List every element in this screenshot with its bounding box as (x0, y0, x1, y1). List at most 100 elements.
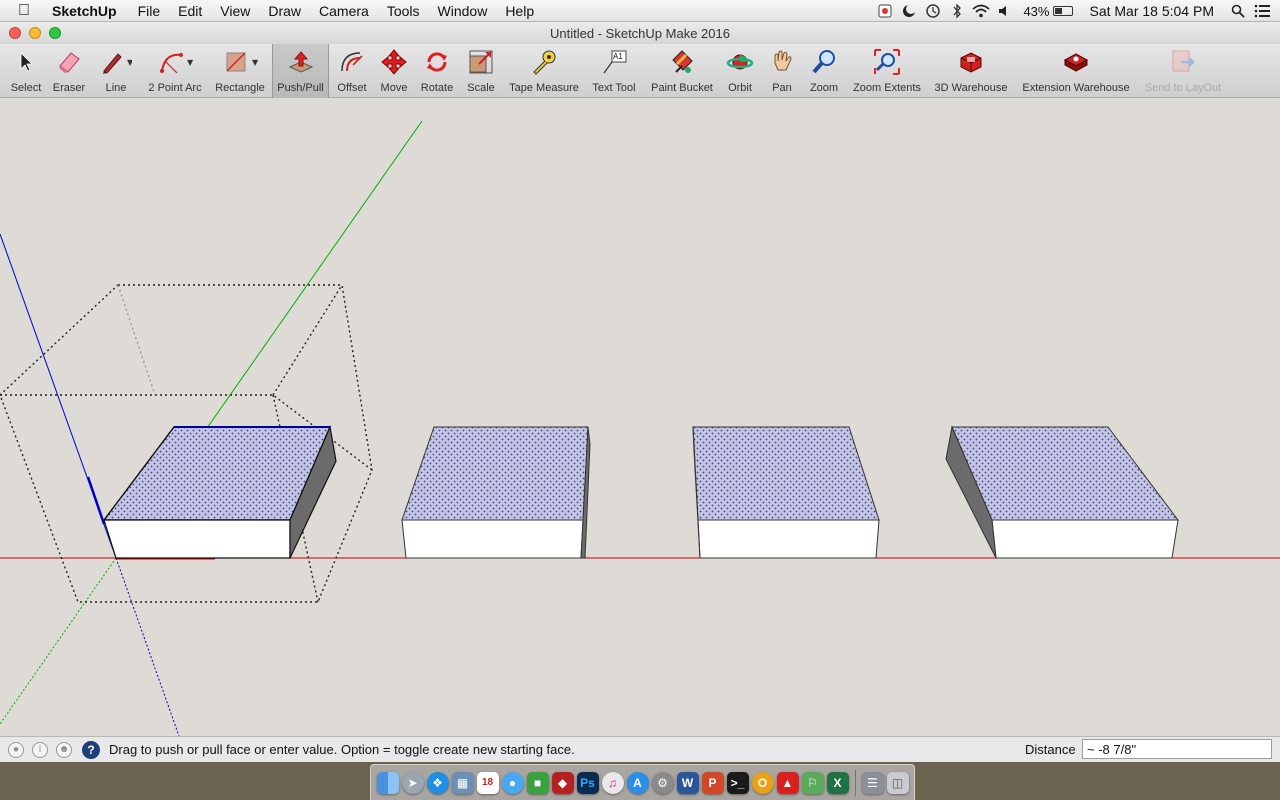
tool-3d-warehouse[interactable]: 3D Warehouse (931, 44, 1011, 98)
launchpad-icon[interactable]: ➤ (401, 771, 424, 794)
large-tool-set-toolbar: Select Eraser ▼ Line ▼ 2 Point Arc ▼ Rec… (0, 44, 1280, 98)
system-preferences-icon[interactable]: ⚙ (651, 771, 674, 794)
trash-icon[interactable]: ◫ (886, 771, 909, 794)
tool-zoom[interactable]: Zoom (805, 44, 843, 98)
battery-percent: 43% (1023, 3, 1050, 19)
tool-extension-warehouse[interactable]: Extension Warehouse (1016, 44, 1136, 98)
modeling-viewport[interactable] (0, 99, 1280, 736)
tool-rectangle[interactable]: ▼ Rectangle (212, 44, 268, 98)
wifi-icon[interactable] (969, 0, 993, 22)
tool-select[interactable]: Select (6, 44, 46, 98)
tool-send-to-layout[interactable]: Send to LayOut (1140, 44, 1226, 98)
itunes-icon[interactable]: ♫ (601, 771, 624, 794)
tool-label: Select (10, 82, 42, 94)
tool-tape-measure[interactable]: Tape Measure (506, 44, 582, 98)
box-4[interactable] (945, 425, 1180, 559)
zoom-icon (810, 46, 838, 78)
preview-icon[interactable]: ▦ (451, 771, 474, 794)
menu-app-name[interactable]: SketchUp (48, 3, 129, 19)
notification-center-icon[interactable] (1250, 0, 1274, 22)
battery-status[interactable]: 43% (1017, 4, 1079, 19)
word-icon[interactable]: W (676, 771, 699, 794)
tool-label: Zoom (809, 82, 839, 94)
terminal-icon[interactable]: >_ (726, 771, 749, 794)
pan-hand-icon (768, 46, 796, 78)
box-3[interactable] (692, 426, 880, 559)
flag-icon[interactable] (873, 0, 897, 22)
tool-eraser[interactable]: Eraser (48, 44, 90, 98)
time-machine-icon[interactable] (921, 0, 945, 22)
tool-orbit[interactable]: Orbit (722, 44, 758, 98)
safari-icon[interactable]: ❖ (426, 771, 449, 794)
tool-move[interactable]: Move (376, 44, 412, 98)
zoom-extents-icon (873, 46, 901, 78)
bluetooth-icon[interactable] (945, 0, 969, 22)
menu-tools[interactable]: Tools (378, 3, 429, 19)
tool-paint-bucket[interactable]: Paint Bucket (647, 44, 717, 98)
help-icon[interactable]: ? (82, 740, 100, 759)
measurements-input[interactable] (1082, 739, 1272, 759)
sketchup-red-icon[interactable]: ▲ (776, 771, 799, 794)
tool-line[interactable]: ▼ Line (96, 44, 136, 98)
sketchup-window: Untitled - SketchUp Make 2016 Select Era… (0, 22, 1280, 762)
zoom-window-button[interactable] (49, 27, 61, 39)
geo-location-icon[interactable]: ● (8, 741, 24, 758)
tape-measure-icon (530, 46, 558, 78)
credits-icon[interactable]: i (32, 741, 48, 758)
tool-2-point-arc[interactable]: ▼ 2 Point Arc (144, 44, 206, 98)
tool-label: 2 Point Arc (148, 82, 202, 94)
menu-window[interactable]: Window (429, 3, 497, 19)
menu-edit[interactable]: Edit (169, 3, 211, 19)
tool-scale[interactable]: Scale (462, 44, 500, 98)
user-account-icon[interactable]: ☻ (56, 741, 72, 758)
volume-icon[interactable] (993, 0, 1017, 22)
eraser-icon (56, 46, 82, 78)
photoshop-icon[interactable]: Ps (576, 771, 599, 794)
tool-label: Scale (467, 82, 495, 94)
minimize-window-button[interactable] (29, 27, 41, 39)
menu-clock[interactable]: Sat Mar 18 5:04 PM (1079, 3, 1226, 19)
status-bar: ● i ☻ ? Drag to push or pull face or ent… (0, 736, 1280, 762)
menu-draw[interactable]: Draw (259, 3, 310, 19)
map-icon[interactable]: ⚐ (801, 771, 824, 794)
tool-label: Move (380, 82, 408, 94)
menu-extras: 43% Sat Mar 18 5:04 PM (873, 0, 1280, 22)
tool-label: Push/Pull (277, 82, 324, 94)
text-tool-glyph: A1 (613, 52, 623, 61)
menu-help[interactable]: Help (496, 3, 543, 19)
spotlight-search-icon[interactable] (1226, 0, 1250, 22)
tool-rotate[interactable]: Rotate (416, 44, 458, 98)
excel-icon[interactable]: X (826, 771, 849, 794)
tool-push-pull[interactable]: Push/Pull (272, 44, 329, 98)
tool-pan[interactable]: Pan (764, 44, 800, 98)
apple-menu-icon[interactable]:  (0, 2, 48, 20)
menu-camera[interactable]: Camera (310, 3, 378, 19)
downloads-icon[interactable]: ☰ (861, 771, 884, 794)
photo-booth-icon[interactable]: ◆ (551, 771, 574, 794)
menu-file[interactable]: File (129, 3, 170, 19)
box-2[interactable] (401, 426, 591, 559)
dock: ➤ ❖ ▦ 18 ● ■ ◆ Ps ♫ A ⚙ W P >_ O ▲ ⚐ X ☰… (370, 764, 915, 800)
tool-offset[interactable]: Offset (333, 44, 371, 98)
svg-text:▼: ▼ (252, 58, 258, 67)
facetime-icon[interactable]: ■ (526, 771, 549, 794)
powerpoint-icon[interactable]: P (701, 771, 724, 794)
finder-icon[interactable] (376, 771, 399, 794)
3d-warehouse-icon (957, 46, 985, 78)
menu-view[interactable]: View (211, 3, 259, 19)
app-store-icon[interactable]: A (626, 771, 649, 794)
calendar-icon[interactable]: 18 (476, 771, 499, 794)
tool-label: Text Tool (592, 82, 636, 94)
tool-label: Line (105, 82, 127, 94)
title-bar[interactable]: Untitled - SketchUp Make 2016 (0, 22, 1280, 44)
tool-label: Extension Warehouse (1022, 82, 1130, 94)
sketchup-icon[interactable]: O (751, 771, 774, 794)
tool-text[interactable]: A1 Text Tool (588, 44, 640, 98)
messages-icon[interactable]: ● (501, 771, 524, 794)
tool-label: Send to LayOut (1144, 82, 1222, 94)
tool-zoom-extents[interactable]: Zoom Extents (848, 44, 926, 98)
close-window-button[interactable] (9, 27, 21, 39)
box-1[interactable] (102, 424, 337, 559)
crescent-icon[interactable] (897, 0, 921, 22)
send-to-layout-icon (1169, 46, 1197, 78)
